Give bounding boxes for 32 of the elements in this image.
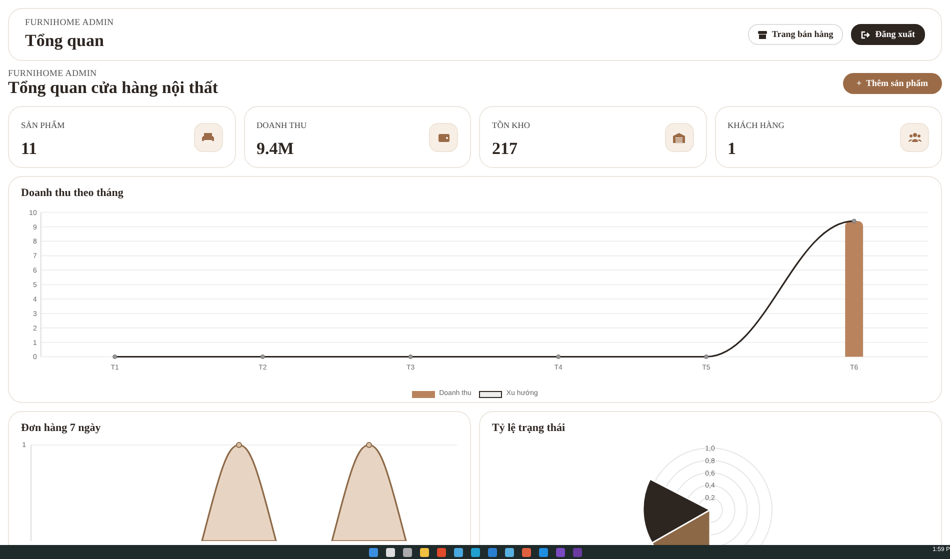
brand-eyebrow: FURNIHOME ADMIN: [8, 69, 98, 78]
data-point: [260, 354, 265, 359]
users-icon: [900, 123, 929, 152]
data-point: [556, 354, 561, 359]
stat-value: 11: [21, 140, 38, 158]
brand-eyebrow: FURNIHOME ADMIN: [25, 18, 114, 27]
chart-title: Tỷ lệ trạng thái: [491, 421, 566, 436]
stat-label: KHÁCH HÀNG: [728, 119, 784, 132]
stat-label: TỒN KHO: [492, 119, 530, 132]
warehouse-icon: [664, 123, 694, 152]
wallet-icon: [429, 123, 458, 152]
data-point: [704, 354, 708, 359]
data-point: [408, 354, 413, 359]
stat-label: DOANH THU: [256, 119, 307, 132]
page-title: Tổng quan: [25, 30, 105, 52]
store-icon: [758, 30, 767, 38]
stat-value: 9.4M: [256, 140, 295, 158]
stat-value: 217: [492, 140, 518, 158]
data-point: [112, 354, 118, 359]
chart-title: Doanh thu theo tháng: [20, 186, 124, 202]
add-product-button[interactable]: + Thêm sản phẩm: [842, 72, 942, 94]
sofa-icon: [194, 123, 222, 152]
legend-swatch: [412, 390, 436, 398]
logout-icon: [861, 30, 870, 38]
logout-button[interactable]: Đăng xuất: [851, 24, 925, 46]
store-button[interactable]: Trang bán hàng: [748, 24, 844, 46]
legend-swatch: [479, 390, 502, 398]
section-title: Tổng quan cửa hàng nội thất: [8, 78, 218, 98]
stat-value: 1: [728, 140, 737, 158]
data-point: [852, 218, 856, 224]
chart-title: Đơn hàng 7 ngày: [20, 421, 102, 436]
stat-label: SẢN PHẨM: [21, 119, 65, 132]
